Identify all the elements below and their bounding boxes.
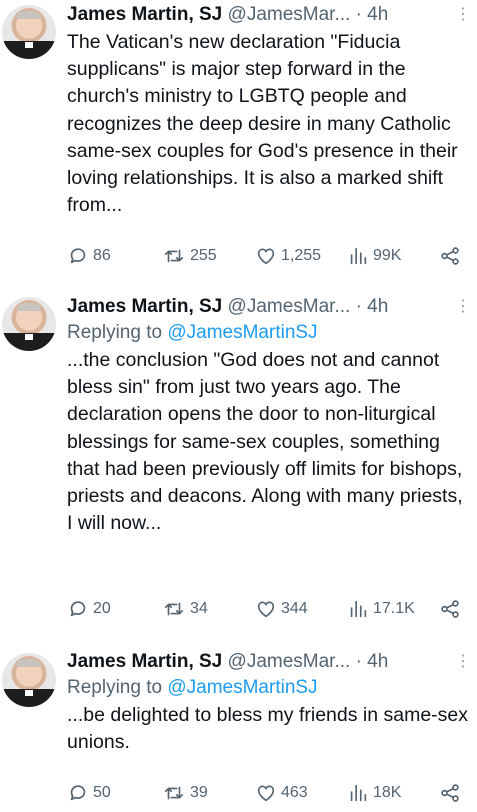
reply-count: 20 [93,600,111,617]
tweet-text: ...the conclusion "God does not and cann… [67,349,463,535]
retweet-button[interactable]: 255 [162,244,217,268]
replying-to: Replying to @JamesMartinSJ [67,320,471,346]
reply-icon [70,248,86,264]
tweet-text: ...be delighted to bless my friends in s… [67,704,469,754]
avatar[interactable] [2,297,56,351]
author-name[interactable]: James Martin, SJ [67,296,222,317]
tweet-actions: 86 255 1,255 99K [67,244,471,268]
retweet-count: 39 [190,784,208,801]
reply-icon [70,785,86,801]
views-count: 18K [373,784,402,801]
tweet-actions: 20 34 344 17.1K [67,597,471,621]
views-button[interactable]: 17.1K [347,597,415,621]
tweet-actions: 50 39 463 18K [67,781,471,805]
more-icon[interactable]: ⋮ [455,294,471,320]
reply-button[interactable]: 20 [67,597,111,621]
like-button[interactable]: 1,255 [255,244,321,268]
reply-count: 86 [93,247,111,264]
author-handle[interactable]: @JamesMar... [228,296,351,317]
heart-icon [257,248,275,265]
views-button[interactable]: 18K [347,781,401,805]
author-name[interactable]: James Martin, SJ [67,4,222,25]
share-button[interactable] [439,781,461,805]
author-handle[interactable]: @JamesMar... [228,4,351,25]
views-icon [350,247,367,265]
timestamp[interactable]: · 4h [356,296,389,317]
views-button[interactable]: 99K [347,244,401,268]
like-button[interactable]: 344 [255,597,308,621]
tweet-header: James Martin, SJ @JamesMar... · 4h ⋮ [67,649,471,675]
like-count: 1,255 [281,247,322,264]
views-icon [350,784,367,802]
retweet-count: 34 [190,600,208,617]
tweet-header: James Martin, SJ @JamesMar... · 4h ⋮ [67,2,471,28]
share-icon [441,784,459,802]
retweet-button[interactable]: 34 [162,597,208,621]
replying-to: Replying to @JamesMartinSJ [67,675,471,701]
retweet-icon [164,249,184,263]
author-handle[interactable]: @JamesMar... [228,651,351,672]
more-icon[interactable]: ⋮ [455,2,471,28]
timestamp[interactable]: · 4h [356,651,389,672]
heart-icon [257,785,275,802]
share-button[interactable] [439,244,461,268]
tweet-text: The Vatican's new declaration "Fiducia s… [67,31,458,217]
retweet-icon [164,602,184,616]
share-button[interactable] [439,597,461,621]
views-icon [350,600,367,618]
like-count: 344 [281,600,308,617]
replying-to-label: Replying to [67,322,168,343]
reply-icon [70,601,86,617]
reply-button[interactable]: 86 [67,244,111,268]
retweet-button[interactable]: 39 [162,781,208,805]
avatar[interactable] [2,653,56,707]
like-button[interactable]: 463 [255,781,308,805]
share-icon [441,600,459,618]
avatar[interactable] [2,5,56,59]
like-count: 463 [281,784,308,801]
reply-count: 50 [93,784,111,801]
reply-mention-link[interactable]: @JamesMartinSJ [167,322,317,343]
retweet-count: 255 [190,247,217,264]
share-icon [441,247,459,265]
replying-to-label: Replying to [67,677,168,698]
author-name[interactable]: James Martin, SJ [67,651,222,672]
views-count: 99K [373,247,402,264]
retweet-icon [164,786,184,800]
reply-mention-link[interactable]: @JamesMartinSJ [167,677,317,698]
reply-button[interactable]: 50 [67,781,111,805]
timestamp[interactable]: · 4h [356,4,389,25]
views-count: 17.1K [373,600,415,617]
tweet-header: James Martin, SJ @JamesMar... · 4h ⋮ [67,294,471,320]
more-icon[interactable]: ⋮ [455,649,471,675]
heart-icon [257,601,275,618]
